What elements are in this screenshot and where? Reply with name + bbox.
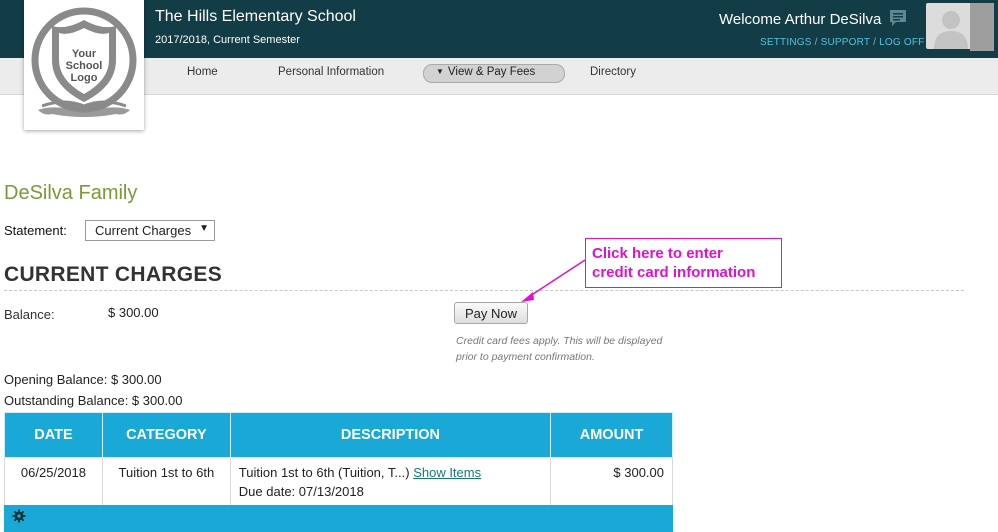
cell-amount: $ 300.00: [550, 457, 673, 508]
annotation-callout: Click here to enter credit card informat…: [585, 238, 782, 288]
dropdown-triangle-icon: ▼: [436, 67, 444, 76]
column-header-amount[interactable]: AMOUNT: [550, 412, 673, 458]
avatar[interactable]: [926, 3, 976, 49]
cell-category: Tuition 1st to 6th: [101, 457, 231, 508]
column-header-date[interactable]: DATE: [4, 412, 103, 458]
statement-label: Statement:: [4, 223, 67, 238]
family-name: DeSilva Family: [4, 182, 138, 204]
annotation-text: Click here to enter credit card informat…: [592, 245, 756, 281]
opening-balance: Opening Balance: $ 300.00: [4, 372, 162, 387]
outstanding-balance: Outstanding Balance: $ 300.00: [4, 393, 183, 408]
page-fold: [970, 3, 994, 51]
logo-line-1: Your: [72, 48, 97, 60]
cell-date: 06/25/2018: [4, 457, 103, 508]
welcome-text: Welcome Arthur DeSilva: [719, 11, 882, 28]
statement-selected-value: Current Charges: [95, 223, 192, 238]
nav-directory[interactable]: Directory: [590, 66, 636, 78]
table-row: 06/25/2018 Tuition 1st to 6th Tuition 1s…: [4, 457, 673, 508]
logo-line-2: School: [66, 60, 103, 72]
school-name: The Hills Elementary School: [155, 8, 356, 25]
top-header: The Hills Elementary School 2017/2018, C…: [0, 0, 998, 58]
shield-logo-icon: Your School Logo: [31, 7, 137, 117]
nav-view-pay-fees-label: View & Pay Fees: [447, 66, 536, 78]
fee-note: Credit card fees apply. This will be dis…: [456, 335, 663, 363]
nav-home[interactable]: Home: [187, 66, 218, 78]
user-silhouette-icon: [934, 11, 968, 49]
support-link[interactable]: SUPPORT: [821, 37, 871, 48]
due-date: Due date: 07/13/2018: [238, 484, 364, 499]
section-title: CURRENT CHARGES: [4, 263, 223, 286]
table-header-row: DATE CATEGORY DESCRIPTION AMOUNT: [4, 412, 673, 458]
message-icon[interactable]: [889, 9, 907, 27]
nav-view-pay-fees[interactable]: ▼ View & Pay Fees: [423, 64, 565, 83]
table-footer: [4, 505, 673, 532]
settings-link[interactable]: SETTINGS: [760, 37, 812, 48]
school-logo[interactable]: Your School Logo: [24, 0, 144, 130]
cell-description: Tuition 1st to 6th (Tuition, T...) Show …: [229, 457, 552, 508]
column-header-category[interactable]: CATEGORY: [101, 412, 231, 458]
balance-label: Balance:: [4, 307, 55, 322]
charges-table: DATE CATEGORY DESCRIPTION AMOUNT 06/25/2…: [4, 412, 673, 508]
section-divider: [4, 290, 964, 291]
main-nav: Home Personal Information ▼ View & Pay Fe…: [0, 58, 998, 95]
show-items-link[interactable]: Show Items: [413, 465, 481, 480]
balance-value: $ 300.00: [108, 305, 159, 320]
statement-select[interactable]: Current Charges ▼: [85, 220, 215, 241]
description-text: Tuition 1st to 6th (Tuition, T...): [238, 465, 410, 480]
nav-personal-information[interactable]: Personal Information: [278, 66, 384, 78]
account-links: SETTINGS / SUPPORT / LOG OFF: [760, 37, 925, 48]
logoff-link[interactable]: LOG OFF: [879, 37, 924, 48]
semester-label: 2017/2018, Current Semester: [155, 34, 300, 46]
gear-icon[interactable]: [12, 509, 26, 523]
logo-line-3: Logo: [71, 72, 98, 84]
column-header-description[interactable]: DESCRIPTION: [229, 412, 552, 458]
dropdown-arrow-icon: ▼: [199, 223, 209, 234]
annotation-arrow-icon: [521, 259, 586, 302]
